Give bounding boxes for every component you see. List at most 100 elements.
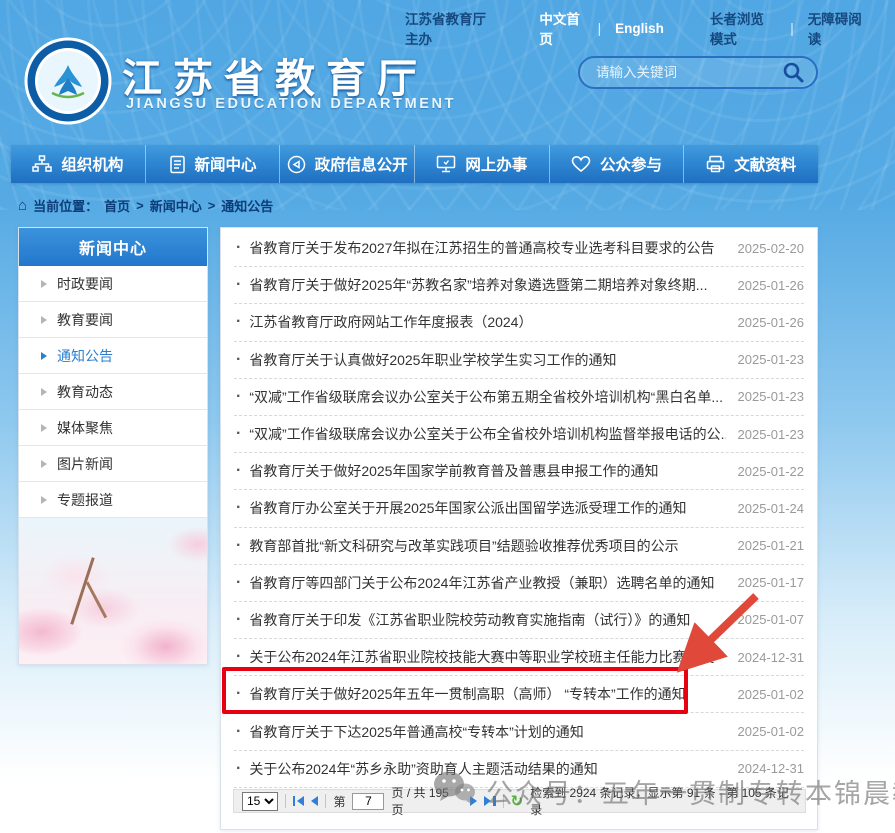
sidebar-item[interactable]: 教育动态	[19, 374, 207, 410]
notice-row: · 省教育厅关于做好2025年国家学前教育普及普惠县申报工作的通知 2025-0…	[234, 453, 804, 490]
last-page-button[interactable]	[484, 796, 496, 806]
divider	[285, 794, 286, 808]
notice-title-link[interactable]: 省教育厅办公室关于开展2025年国家公派出国留学选派受理工作的通知	[249, 498, 726, 518]
notice-title-link[interactable]: “双减”工作省级联席会议办公室关于公布第五期全省校外培训机构“黑白名单...	[249, 387, 726, 407]
accessibility-link[interactable]: 无障碍阅读	[808, 8, 863, 48]
sidebar-item-label: 媒体聚焦	[57, 418, 113, 438]
host-link[interactable]: 江苏省教育厅主办	[405, 8, 493, 48]
divider	[325, 794, 326, 808]
sidebar-item[interactable]: 时政要闻	[19, 266, 207, 302]
breadcrumb-notices[interactable]: 通知公告	[221, 196, 273, 215]
notice-row: · 省教育厅关于做好2025年“苏教名家”培养对象遴选暨第二期培养对象终期...…	[234, 267, 804, 304]
search-icon	[781, 72, 805, 87]
nav-item-documents[interactable]: 文献资料	[684, 145, 818, 183]
nav-item-gov-info[interactable]: 政府信息公开	[280, 145, 415, 183]
notice-row: · 省教育厅等四部门关于公布2024年江苏省产业教授（兼职）选聘名单的通知 20…	[234, 565, 804, 602]
sidebar-item-label: 教育动态	[57, 382, 113, 402]
chinese-home-link[interactable]: 中文首页	[539, 8, 583, 48]
page-size-select[interactable]: 15	[242, 792, 278, 811]
online-service-icon	[436, 155, 456, 173]
page-suffix: 页 / 共 195 页	[391, 784, 463, 818]
breadcrumb-label: 当前位置：	[33, 196, 98, 215]
bullet-icon: ·	[236, 611, 241, 629]
sidebar-item-label: 专题报道	[57, 490, 113, 510]
bullet-icon: ·	[236, 648, 241, 666]
bullet-icon: ·	[236, 574, 241, 592]
refresh-icon[interactable]: ↻	[511, 792, 524, 810]
triangle-bullet-icon	[41, 496, 47, 504]
notice-title-link[interactable]: 省教育厅关于发布2027年拟在江苏招生的普通高校专业选考科目要求的公告	[249, 238, 726, 258]
sidebar-item-label: 通知公告	[57, 346, 113, 366]
next-page-button[interactable]	[470, 796, 477, 806]
nav-item-public-participation[interactable]: 公众参与	[550, 145, 685, 183]
breadcrumb-home[interactable]: 首页	[104, 196, 130, 215]
sidebar-item[interactable]: 专题报道	[19, 482, 207, 518]
page: 江苏省教育厅主办 中文首页 | English 长者浏览模式 | 无障碍阅读 江…	[0, 0, 895, 833]
notice-title-link[interactable]: 省教育厅关于认真做好2025年职业学校学生实习工作的通知	[249, 350, 726, 370]
sidebar-item[interactable]: 媒体聚焦	[19, 410, 207, 446]
bullet-icon: ·	[236, 239, 241, 257]
notice-title-link[interactable]: “双减”工作省级联席会议办公室关于公布全省校外培训机构监督举报电话的公...	[249, 424, 726, 444]
nav-item-organization[interactable]: 组织机构	[11, 145, 146, 183]
nav-label: 新闻中心	[195, 153, 257, 175]
bullet-icon: ·	[236, 537, 241, 555]
english-link[interactable]: English	[615, 21, 664, 36]
notice-row: · 省教育厅关于认真做好2025年职业学校学生实习工作的通知 2025-01-2…	[234, 342, 804, 379]
sidebar-item-label: 教育要闻	[57, 310, 113, 330]
search-input[interactable]	[596, 65, 780, 80]
prev-page-button[interactable]	[311, 796, 318, 806]
notice-date: 2025-01-17	[726, 575, 804, 590]
breadcrumb-news-center[interactable]: 新闻中心	[150, 196, 202, 215]
page-number-input[interactable]	[352, 793, 384, 810]
sidebar-news-center: 新闻中心 时政要闻 教育要闻 通知公告 教育动态 媒体	[18, 227, 208, 665]
notice-title-link[interactable]: 省教育厅关于做好2025年“苏教名家”培养对象遴选暨第二期培养对象终期...	[249, 275, 726, 295]
notice-title-link[interactable]: 省教育厅关于印发《江苏省职业院校劳动教育实施指南（试行）》的通知	[249, 610, 726, 630]
sidebar-item[interactable]: 通知公告	[19, 338, 207, 374]
notice-row: · 关于公布2024年江苏省职业院校技能大赛中等职业学校班主任能力比赛获奖 20…	[234, 639, 804, 676]
notice-row: · 省教育厅关于发布2027年拟在江苏招生的普通高校专业选考科目要求的公告 20…	[234, 230, 804, 267]
search-button[interactable]	[780, 60, 806, 86]
nav-item-online-service[interactable]: 网上办事	[415, 145, 550, 183]
notice-row: · “双减”工作省级联席会议办公室关于公布第五期全省校外培训机构“黑白名单...…	[234, 379, 804, 416]
notice-title-link[interactable]: 省教育厅等四部门关于公布2024年江苏省产业教授（兼职）选聘名单的通知	[249, 573, 726, 593]
prev-page-icon	[311, 796, 318, 806]
notice-row: · 教育部首批“新文科研究与改革实践项目”结题验收推荐优秀项目的公示 2025-…	[234, 528, 804, 565]
org-chart-icon	[32, 155, 52, 173]
sidebar-item[interactable]: 教育要闻	[19, 302, 207, 338]
nav-item-news-center[interactable]: 新闻中心	[146, 145, 281, 183]
notice-row: · 省教育厅办公室关于开展2025年国家公派出国留学选派受理工作的通知 2025…	[234, 490, 804, 527]
bullet-icon: ·	[236, 276, 241, 294]
notice-title-link[interactable]: 关于公布2024年“苏乡永助”资助育人主题活动结果的通知	[249, 759, 726, 779]
first-page-button[interactable]	[293, 796, 305, 806]
notice-title-link[interactable]: 关于公布2024年江苏省职业院校技能大赛中等职业学校班主任能力比赛获奖	[249, 647, 726, 667]
notice-title-link[interactable]: 省教育厅关于做好2025年五年一贯制高职（高师） “专转本”工作的通知	[249, 684, 726, 704]
breadcrumb-sep: >	[208, 198, 216, 213]
notice-date: 2025-02-20	[726, 241, 804, 256]
divider: |	[598, 21, 602, 36]
notice-date: 2025-01-21	[726, 538, 804, 553]
info-disclosure-icon	[287, 155, 306, 174]
last-page-icon	[484, 796, 491, 806]
pagination-bar: 15 第 页 / 共 195 页 ↻ 检索到 2924 条记录，显示第 91 条…	[233, 789, 806, 813]
bullet-icon: ·	[236, 388, 241, 406]
sidebar-item[interactable]: 图片新闻	[19, 446, 207, 482]
nav-label: 组织机构	[61, 153, 123, 175]
page-prefix: 第	[333, 793, 345, 810]
notice-title-link[interactable]: 省教育厅关于做好2025年国家学前教育普及普惠县申报工作的通知	[249, 461, 726, 481]
triangle-bullet-icon	[41, 280, 47, 288]
primary-nav: 组织机构 新闻中心 政府信息公开 网上办事	[11, 145, 818, 183]
bullet-icon: ·	[236, 685, 241, 703]
notice-row: · 省教育厅关于下达2025年普通高校“专转本”计划的通知 2025-01-02	[234, 713, 804, 750]
elder-mode-link[interactable]: 长者浏览模式	[710, 8, 776, 48]
notice-title-link[interactable]: 省教育厅关于下达2025年普通高校“专转本”计划的通知	[249, 722, 726, 742]
notice-title-link[interactable]: 教育部首批“新文科研究与改革实践项目”结题验收推荐优秀项目的公示	[249, 536, 726, 556]
notice-title-link[interactable]: 江苏省教育厅政府网站工作年度报表（2024）	[249, 312, 726, 332]
site-subtitle: JIANGSU EDUCATION DEPARTMENT	[126, 96, 456, 112]
top-utility-bar: 江苏省教育厅主办 中文首页 | English 长者浏览模式 | 无障碍阅读	[405, 8, 863, 48]
home-icon: ⌂	[18, 197, 27, 214]
nav-label: 文献资料	[734, 153, 796, 175]
notice-date: 2025-01-07	[726, 612, 804, 627]
divider	[503, 794, 504, 808]
notice-row: · 江苏省教育厅政府网站工作年度报表（2024） 2025-01-26	[234, 304, 804, 341]
bullet-icon: ·	[236, 462, 241, 480]
